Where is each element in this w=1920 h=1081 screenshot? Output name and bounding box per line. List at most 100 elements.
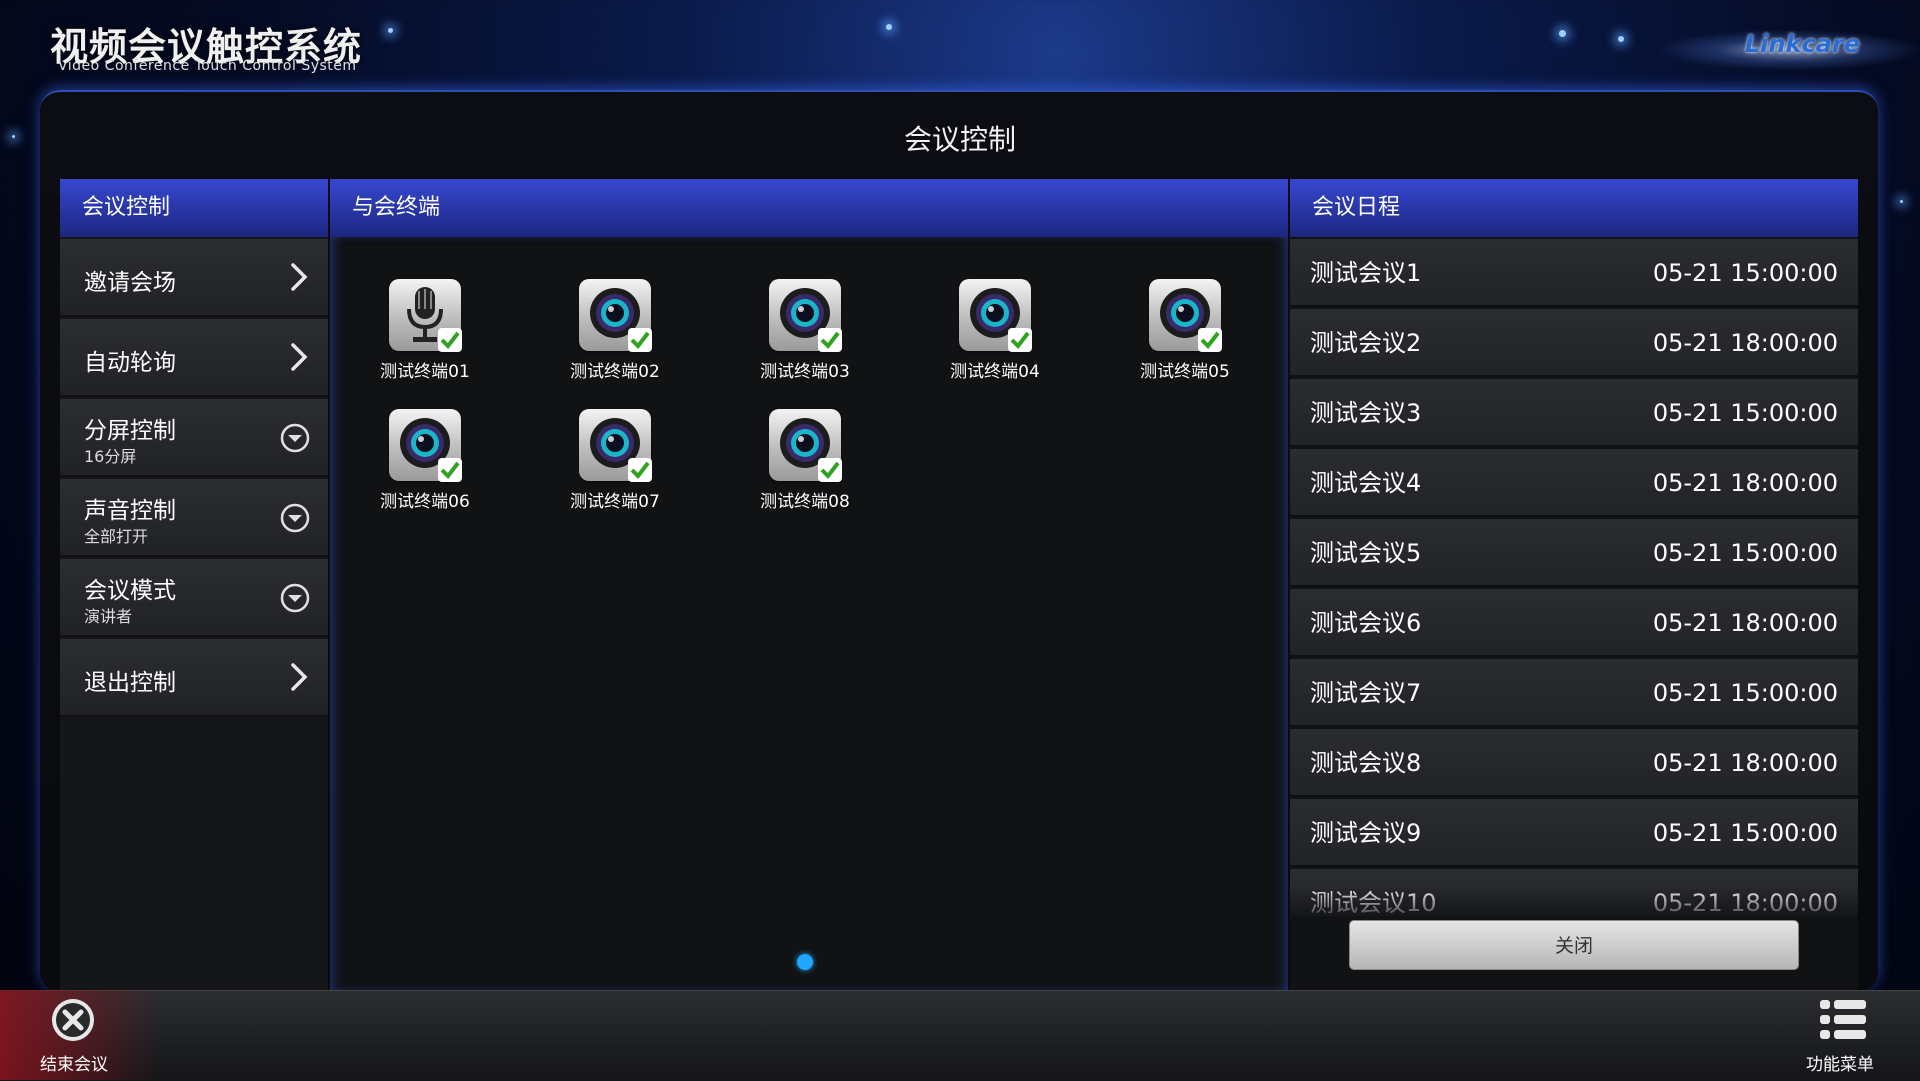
camera-icon	[769, 279, 842, 352]
meeting-time: 05-21 15:00:00	[1652, 819, 1838, 847]
meeting-time: 05-21 15:00:00	[1652, 539, 1838, 567]
schedule-row[interactable]: 测试会议8 05-21 18:00:00	[1290, 729, 1858, 797]
terminal-label: 测试终端02	[570, 362, 660, 382]
check-icon	[628, 328, 652, 352]
menu-item-value: 全部打开	[84, 527, 149, 546]
schedule-list[interactable]: 测试会议1 05-21 15:00:00 测试会议2 05-21 18:00:00 …	[1290, 239, 1858, 916]
terminal-item[interactable]: 测试终端08	[745, 409, 865, 512]
page-indicator-dot[interactable]	[797, 954, 813, 970]
camera-icon	[959, 279, 1032, 352]
menu-item-meeting-mode[interactable]: 会议模式 演讲者	[60, 559, 328, 637]
chevron-right-icon	[291, 263, 308, 291]
close-circle-icon[interactable]	[50, 997, 96, 1043]
meeting-time: 05-21 18:00:00	[1652, 749, 1838, 777]
terminal-label: 测试终端08	[760, 492, 850, 512]
camera-icon	[389, 409, 462, 482]
terminal-item[interactable]: 测试终端03	[745, 279, 865, 382]
camera-icon	[769, 409, 842, 482]
terminal-label: 测试终端01	[380, 362, 470, 382]
menu-item-invite[interactable]: 邀请会场	[60, 239, 328, 317]
meeting-name: 测试会议1	[1310, 259, 1422, 287]
terminal-label: 测试终端03	[760, 362, 850, 382]
check-icon	[1008, 328, 1032, 352]
list-menu-icon[interactable]	[1820, 998, 1866, 1042]
chevron-down-circle-icon	[280, 583, 310, 613]
chevron-down-circle-icon	[280, 503, 310, 533]
menu-item-label: 自动轮询	[84, 350, 176, 376]
schedule-row[interactable]: 测试会议9 05-21 15:00:00	[1290, 799, 1858, 867]
menu-item-value: 16分屏	[84, 447, 137, 466]
meeting-time: 05-21 18:00:00	[1652, 329, 1838, 357]
left-panel-header: 会议控制	[60, 179, 328, 237]
app-subtitle: Video Conference Touch Control System	[58, 58, 357, 74]
meeting-name: 测试会议5	[1310, 539, 1422, 567]
meeting-time: 05-21 15:00:00	[1652, 259, 1838, 287]
meeting-name: 测试会议4	[1310, 469, 1422, 497]
check-icon	[1198, 328, 1222, 352]
chevron-right-icon	[291, 663, 308, 691]
meeting-name: 测试会议8	[1310, 749, 1422, 777]
check-icon	[628, 458, 652, 482]
terminal-label: 测试终端05	[1140, 362, 1230, 382]
background-star	[886, 24, 892, 30]
background-star	[1618, 36, 1624, 42]
terminal-label: 测试终端04	[950, 362, 1040, 382]
check-icon	[438, 458, 462, 482]
bottom-bar	[0, 990, 1920, 1081]
meeting-name: 测试会议2	[1310, 329, 1422, 357]
schedule-row[interactable]: 测试会议7 05-21 15:00:00	[1290, 659, 1858, 727]
terminal-item[interactable]: 测试终端06	[365, 409, 485, 512]
brand-logo: Linkcare	[1744, 30, 1860, 58]
camera-icon	[579, 409, 652, 482]
list-fade	[1290, 886, 1858, 918]
end-meeting-button[interactable]: 结束会议	[40, 1050, 108, 1075]
menu-item-label: 邀请会场	[84, 270, 176, 296]
schedule-row[interactable]: 测试会议4 05-21 18:00:00	[1290, 449, 1858, 517]
page-title: 会议控制	[903, 123, 1016, 156]
menu-item-split-screen[interactable]: 分屏控制 16分屏	[60, 399, 328, 477]
terminal-item[interactable]: 测试终端02	[555, 279, 675, 382]
camera-icon	[579, 279, 652, 352]
menu-item-auto-poll[interactable]: 自动轮询	[60, 319, 328, 397]
microphone-icon	[389, 279, 462, 352]
chevron-right-icon	[291, 343, 308, 371]
menu-item-label: 声音控制	[84, 498, 176, 524]
terminal-item[interactable]: 测试终端04	[935, 279, 1055, 382]
background-star	[1559, 30, 1566, 37]
terminal-label: 测试终端06	[380, 492, 470, 512]
menu-item-audio[interactable]: 声音控制 全部打开	[60, 479, 328, 557]
meeting-time: 05-21 18:00:00	[1652, 609, 1838, 637]
check-icon	[438, 328, 462, 352]
schedule-row[interactable]: 测试会议5 05-21 15:00:00	[1290, 519, 1858, 587]
menu-item-label: 会议模式	[84, 578, 176, 604]
meeting-time: 05-21 15:00:00	[1652, 399, 1838, 427]
schedule-row[interactable]: 测试会议2 05-21 18:00:00	[1290, 309, 1858, 377]
meeting-time: 05-21 15:00:00	[1652, 679, 1838, 707]
background-star	[388, 28, 393, 33]
background-star	[1900, 200, 1903, 203]
terminal-label: 测试终端07	[570, 492, 660, 512]
meeting-name: 测试会议3	[1310, 399, 1422, 427]
schedule-row[interactable]: 测试会议3 05-21 15:00:00	[1290, 379, 1858, 447]
terminal-item[interactable]: 测试终端07	[555, 409, 675, 512]
close-button[interactable]: 关闭	[1349, 920, 1799, 970]
terminal-item[interactable]: 测试终端01	[365, 279, 485, 382]
center-panel-header: 与会终端	[330, 179, 1288, 237]
check-icon	[818, 458, 842, 482]
terminal-item[interactable]: 测试终端05	[1125, 279, 1245, 382]
chevron-down-circle-icon	[280, 423, 310, 453]
function-menu-button[interactable]: 功能菜单	[1806, 1050, 1874, 1075]
schedule-row[interactable]: 测试会议6 05-21 18:00:00	[1290, 589, 1858, 657]
camera-icon	[1149, 279, 1222, 352]
menu-item-label: 分屏控制	[84, 418, 176, 444]
menu-item-label: 退出控制	[84, 670, 176, 696]
meeting-name: 测试会议6	[1310, 609, 1422, 637]
right-panel-header: 会议日程	[1290, 179, 1858, 237]
menu-item-exit-control[interactable]: 退出控制	[60, 639, 328, 717]
menu-item-value: 演讲者	[84, 607, 133, 626]
meeting-time: 05-21 18:00:00	[1652, 469, 1838, 497]
check-icon	[818, 328, 842, 352]
schedule-row[interactable]: 测试会议1 05-21 15:00:00	[1290, 239, 1858, 307]
meeting-name: 测试会议9	[1310, 819, 1422, 847]
meeting-name: 测试会议7	[1310, 679, 1422, 707]
